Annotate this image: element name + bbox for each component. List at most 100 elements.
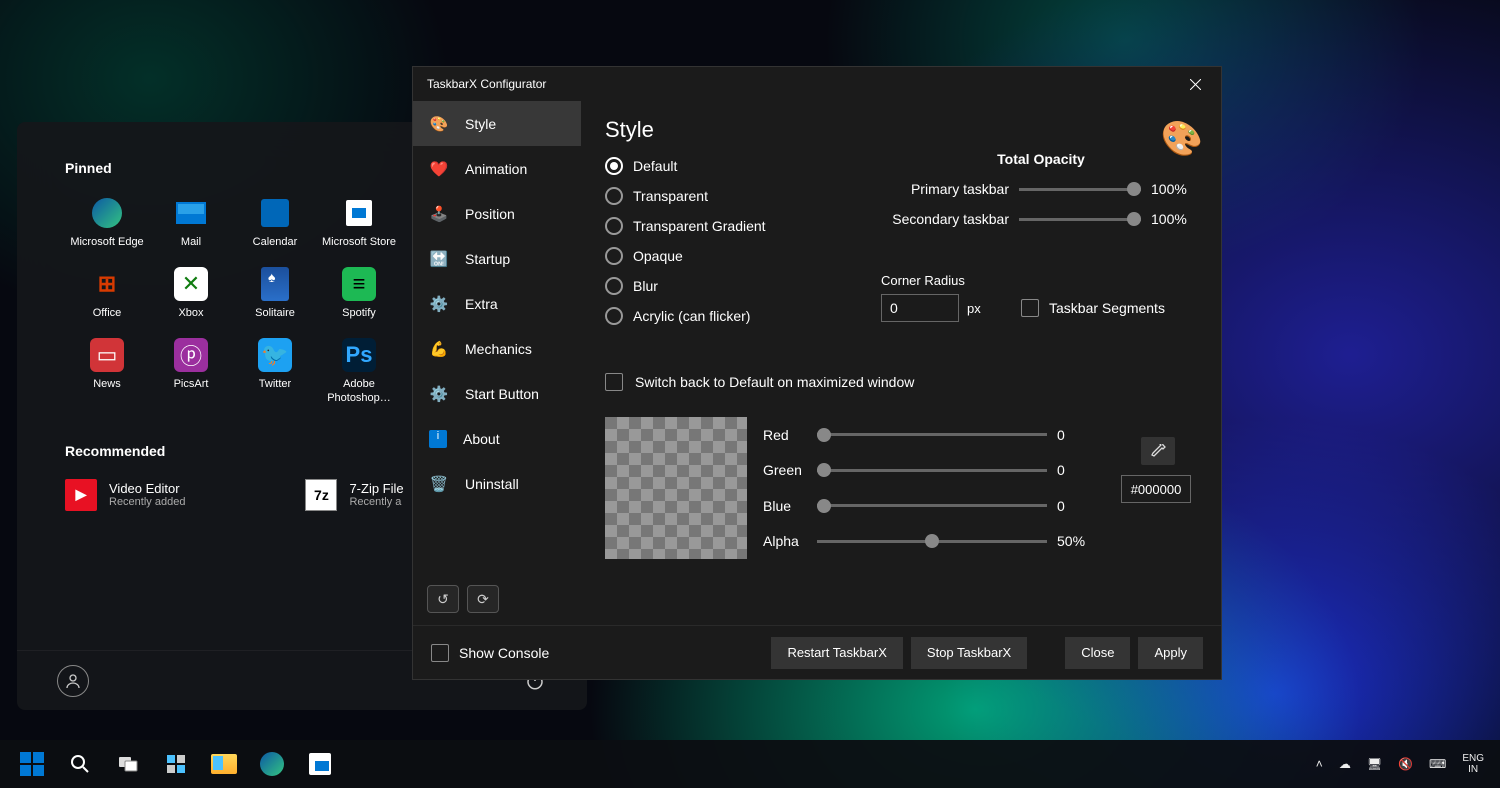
- corner-radius-label: Corner Radius: [881, 273, 981, 288]
- explorer-button[interactable]: [204, 744, 244, 784]
- folder-icon: [211, 754, 237, 774]
- radio-opaque[interactable]: Opaque: [605, 247, 1197, 265]
- sidebar-item-start-button[interactable]: ⚙️Start Button: [413, 371, 581, 416]
- refresh-button[interactable]: ⟳: [467, 585, 499, 613]
- sidebar-item-startup[interactable]: 🔛Startup: [413, 236, 581, 281]
- pinned-app-picsart[interactable]: ⓟPicsArt: [149, 338, 233, 404]
- start-button[interactable]: [12, 744, 52, 784]
- switch-back-checkbox[interactable]: [605, 373, 623, 391]
- secondary-opacity-value: 100%: [1151, 211, 1191, 227]
- pinned-app-photoshop[interactable]: PsAdobe Photoshop…: [317, 338, 401, 404]
- pinned-app-xbox[interactable]: ✕Xbox: [149, 267, 233, 320]
- widgets-button[interactable]: [156, 744, 196, 784]
- primary-taskbar-label: Primary taskbar: [891, 181, 1009, 197]
- sidebar-item-animation[interactable]: ❤️Animation: [413, 146, 581, 191]
- info-icon: i: [429, 430, 447, 448]
- edge-taskbar-button[interactable]: [252, 744, 292, 784]
- pinned-app-office[interactable]: ⊞Office: [65, 267, 149, 320]
- store-icon: [309, 753, 331, 775]
- close-footer-button[interactable]: Close: [1065, 637, 1130, 669]
- user-account-button[interactable]: [57, 665, 89, 697]
- show-console-checkbox[interactable]: [431, 644, 449, 662]
- eyedropper-button[interactable]: [1141, 437, 1175, 465]
- windows-logo-icon: [20, 752, 44, 776]
- search-icon: [69, 753, 91, 775]
- sidebar-item-extra[interactable]: ⚙️Extra: [413, 281, 581, 326]
- task-view-icon: [117, 753, 139, 775]
- corner-radius-input[interactable]: [881, 294, 959, 322]
- gear-icon: ⚙️: [429, 295, 449, 313]
- search-button[interactable]: [60, 744, 100, 784]
- edge-icon: [260, 752, 284, 776]
- apply-button[interactable]: Apply: [1138, 637, 1203, 669]
- pinned-app-solitaire[interactable]: Solitaire: [233, 267, 317, 320]
- recommended-7zip[interactable]: 7z 7-Zip FileRecently a: [305, 479, 403, 511]
- refresh-icon: ⟳: [477, 591, 489, 608]
- primary-opacity-value: 100%: [1151, 181, 1191, 197]
- stop-taskbarx-button[interactable]: Stop TaskbarX: [911, 637, 1027, 669]
- pinned-app-twitter[interactable]: 🐦Twitter: [233, 338, 317, 404]
- taskbarx-configurator-window: TaskbarX Configurator 🎨Style ❤️Animation…: [412, 66, 1222, 680]
- eyedropper-icon: [1151, 444, 1166, 459]
- taskbar-segments-label: Taskbar Segments: [1049, 300, 1165, 316]
- sidebar-item-uninstall[interactable]: 🗑️Uninstall: [413, 461, 581, 506]
- widgets-icon: [165, 753, 187, 775]
- undo-button[interactable]: ↺: [427, 585, 459, 613]
- taskbar-segments-checkbox[interactable]: [1021, 299, 1039, 317]
- task-view-button[interactable]: [108, 744, 148, 784]
- gear-icon: ⚙️: [429, 385, 449, 403]
- volume-tray-icon[interactable]: 🔇: [1394, 757, 1417, 771]
- corner-radius-section: Corner Radius px: [881, 273, 981, 322]
- onedrive-tray-icon[interactable]: ☁: [1335, 757, 1355, 771]
- window-footer: Show Console Restart TaskbarX Stop Taskb…: [413, 625, 1221, 679]
- undo-icon: ↺: [437, 591, 449, 608]
- store-taskbar-button[interactable]: [300, 744, 340, 784]
- pinned-app-edge[interactable]: Microsoft Edge: [65, 196, 149, 249]
- chevron-up-icon: ˄: [1316, 757, 1323, 771]
- restart-taskbarx-button[interactable]: Restart TaskbarX: [771, 637, 902, 669]
- opacity-title: Total Opacity: [891, 151, 1191, 167]
- hex-color-value[interactable]: #000000: [1121, 475, 1191, 503]
- color-section: Red0 Green0 Blue0 Alpha50%: [605, 417, 1197, 559]
- sidebar-item-mechanics[interactable]: 💪Mechanics: [413, 326, 581, 371]
- recommended-video-editor[interactable]: ▶ Video EditorRecently added: [65, 479, 185, 511]
- sidebar-item-position[interactable]: 🕹️Position: [413, 191, 581, 236]
- green-slider[interactable]: [817, 463, 1047, 477]
- corner-radius-unit: px: [967, 301, 981, 316]
- heart-icon: ❤️: [429, 160, 449, 178]
- arm-icon: 💪: [429, 340, 449, 358]
- keyboard-tray-icon[interactable]: ⌨: [1425, 757, 1450, 771]
- alpha-value: 50%: [1057, 533, 1097, 549]
- pinned-app-news[interactable]: ▭News: [65, 338, 149, 404]
- blue-slider[interactable]: [817, 499, 1047, 513]
- close-icon: [1190, 79, 1201, 90]
- pinned-app-store[interactable]: Microsoft Store: [317, 196, 401, 249]
- joystick-icon: 🕹️: [429, 205, 449, 223]
- primary-opacity-slider[interactable]: [1019, 182, 1141, 196]
- sidebar-item-about[interactable]: iAbout: [413, 416, 581, 461]
- main-panel: Style 🎨 Default Transparent Transparent …: [581, 101, 1221, 625]
- switch-back-label: Switch back to Default on maximized wind…: [635, 374, 914, 390]
- network-tray-icon[interactable]: 🖥: [1363, 757, 1386, 771]
- pinned-app-calendar[interactable]: Calendar: [233, 196, 317, 249]
- red-slider[interactable]: [817, 428, 1047, 442]
- pinned-app-spotify[interactable]: ≡Spotify: [317, 267, 401, 320]
- show-console-label: Show Console: [459, 645, 549, 661]
- language-button[interactable]: ENGIN: [1458, 753, 1488, 775]
- sidebar-item-style[interactable]: 🎨Style: [413, 101, 581, 146]
- color-preview-swatch: [605, 417, 747, 559]
- trash-icon: 🗑️: [429, 475, 449, 493]
- window-title: TaskbarX Configurator: [427, 77, 546, 91]
- user-icon: [65, 673, 81, 689]
- palette-icon: 🎨: [429, 115, 449, 133]
- alpha-slider[interactable]: [817, 534, 1047, 548]
- titlebar[interactable]: TaskbarX Configurator: [413, 67, 1221, 101]
- secondary-taskbar-label: Secondary taskbar: [891, 211, 1009, 227]
- tray-overflow-button[interactable]: ˄: [1312, 757, 1327, 771]
- secondary-opacity-slider[interactable]: [1019, 212, 1141, 226]
- close-button[interactable]: [1175, 69, 1215, 99]
- pinned-app-mail[interactable]: Mail: [149, 196, 233, 249]
- page-title: Style: [605, 117, 1197, 143]
- blue-value: 0: [1057, 498, 1097, 514]
- green-value: 0: [1057, 462, 1097, 478]
